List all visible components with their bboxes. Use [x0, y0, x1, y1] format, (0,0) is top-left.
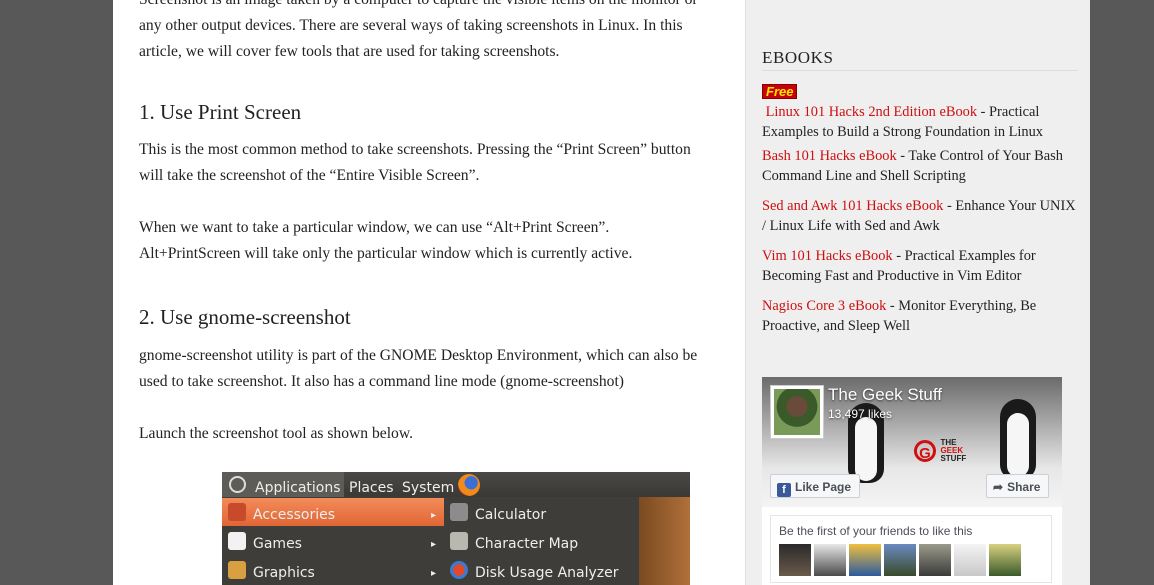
facebook-icon: f: [777, 483, 791, 497]
facebook-page-widget: G THE GEEK STUFF The Geek Stuff 13,497 lik…: [762, 377, 1062, 585]
ebook-item: Free Linux 101 Hacks 2nd Edition eBook -…: [762, 82, 1078, 142]
menu-item-label: Calculator: [475, 507, 547, 523]
share-label: Share: [1007, 480, 1041, 494]
facebook-like-count: 13,497 likes: [828, 407, 893, 421]
desktop-wallpaper: [639, 497, 690, 585]
character-map-icon: [450, 532, 468, 550]
menu-item-disk-usage-analyzer: Disk Usage Analyzer: [444, 556, 639, 584]
facebook-page-name[interactable]: The Geek Stuff: [828, 385, 942, 405]
accessories-icon: [228, 503, 246, 521]
friend-avatar[interactable]: [779, 544, 811, 576]
menu-item-character-map: Character Map: [444, 527, 639, 555]
submenu-arrow-icon: ▸: [430, 510, 436, 521]
page: Screenshot is an image taken by a comput…: [113, 0, 1090, 585]
friend-avatar[interactable]: [919, 544, 951, 576]
ubuntu-logo-icon: [229, 476, 246, 493]
paragraph: This is the most common method to take s…: [139, 137, 719, 189]
ebook-link-nagios-core-3[interactable]: Nagios Core 3 eBook: [762, 298, 886, 314]
games-icon: [228, 532, 246, 550]
friend-avatar[interactable]: [814, 544, 846, 576]
paragraph: Launch the screenshot tool as shown belo…: [139, 421, 719, 447]
gnome-panel: Applications Places System: [222, 472, 690, 497]
like-page-button[interactable]: f Like Page: [770, 474, 861, 498]
ebook-item: Sed and Awk 101 Hacks eBook - Enhance Yo…: [762, 196, 1078, 236]
gnome-menu-screenshot: Applications Places System Accessories ▸…: [222, 472, 690, 585]
menu-item-label: Graphics: [253, 565, 315, 581]
free-badge: Free: [762, 84, 798, 99]
paragraph-line: When we want to take a particular window…: [139, 219, 610, 236]
intro-line: Screenshot is an image taken by a comput…: [139, 0, 719, 13]
share-button[interactable]: ➦ Share: [986, 474, 1050, 498]
facebook-friends-box: Be the first of your friends to like thi…: [770, 515, 1052, 583]
section-heading-gnome-screenshot: 2. Use gnome-screenshot: [139, 305, 351, 329]
menu-item-graphics: Graphics ▸: [222, 556, 444, 584]
submenu-arrow-icon: ▸: [430, 539, 436, 550]
facebook-cover-image: G THE GEEK STUFF The Geek Stuff 13,497 lik…: [762, 377, 1062, 507]
sidebar: EBOOKS Free Linux 101 Hacks 2nd Edition …: [745, 0, 1090, 585]
graphics-icon: [228, 561, 246, 579]
menu-item-calculator: Calculator: [444, 498, 639, 526]
friends-like-text: Be the first of your friends to like thi…: [779, 524, 973, 538]
intro-line: article, we will cover few tools that ar…: [139, 43, 560, 60]
applications-menu: Accessories ▸ Games ▸ Graphics ▸: [222, 497, 444, 585]
disk-usage-icon: [450, 561, 468, 579]
menu-item-label: Games: [253, 536, 302, 552]
menu-item-label: Disk Usage Analyzer: [475, 565, 619, 581]
paragraph-line: This is the most common method to take s…: [139, 141, 691, 158]
page-avatar[interactable]: [770, 385, 824, 439]
firefox-icon: [458, 474, 480, 496]
friend-avatar[interactable]: [884, 544, 916, 576]
paragraph-line: gnome-screenshot utility is part of the …: [139, 347, 698, 364]
menu-item-label: Accessories: [253, 507, 336, 523]
ebook-item: Nagios Core 3 eBook - Monitor Everything…: [762, 296, 1078, 336]
friend-avatar[interactable]: [989, 544, 1021, 576]
ebook-link-bash-101[interactable]: Bash 101 Hacks eBook: [762, 148, 897, 164]
paragraph-line: Alt+PrintScreen will take only the parti…: [139, 245, 633, 262]
menu-item-label: Character Map: [475, 536, 579, 552]
menu-item-accessories: Accessories ▸: [222, 498, 444, 526]
intro-line: any other output devices. There are seve…: [139, 17, 683, 34]
share-arrow-icon: ➦: [993, 480, 1004, 494]
submenu-arrow-icon: ▸: [430, 568, 436, 579]
ebook-item: Bash 101 Hacks eBook - Take Control of Y…: [762, 146, 1078, 186]
friend-avatar[interactable]: [954, 544, 986, 576]
paragraph-line: Launch the screenshot tool as shown belo…: [139, 425, 413, 442]
paragraph-line: used to take screenshot. It also has a c…: [139, 373, 624, 390]
paragraph-line: will take the screenshot of the “Entire …: [139, 167, 480, 184]
article-intro: Screenshot is an image taken by a comput…: [139, 0, 719, 65]
ebook-link-sed-awk-101[interactable]: Sed and Awk 101 Hacks eBook: [762, 198, 943, 214]
section-heading-print-screen: 1. Use Print Screen: [139, 100, 302, 124]
friend-avatar[interactable]: [849, 544, 881, 576]
menu-item-games: Games ▸: [222, 527, 444, 555]
ebooks-heading: EBOOKS: [762, 48, 1078, 71]
like-page-label: Like Page: [795, 480, 852, 494]
ebook-item: Vim 101 Hacks eBook - Practical Examples…: [762, 246, 1078, 286]
ebook-link-vim-101[interactable]: Vim 101 Hacks eBook: [762, 248, 893, 264]
calculator-icon: [450, 503, 468, 521]
geek-stuff-logo: G THE GEEK STUFF: [914, 439, 966, 463]
paragraph: gnome-screenshot utility is part of the …: [139, 343, 719, 395]
paragraph: When we want to take a particular window…: [139, 215, 719, 267]
accessories-submenu: Calculator Character Map Disk Usage Anal…: [444, 497, 639, 585]
ebook-link-linux-101[interactable]: Linux 101 Hacks 2nd Edition eBook: [766, 104, 977, 120]
